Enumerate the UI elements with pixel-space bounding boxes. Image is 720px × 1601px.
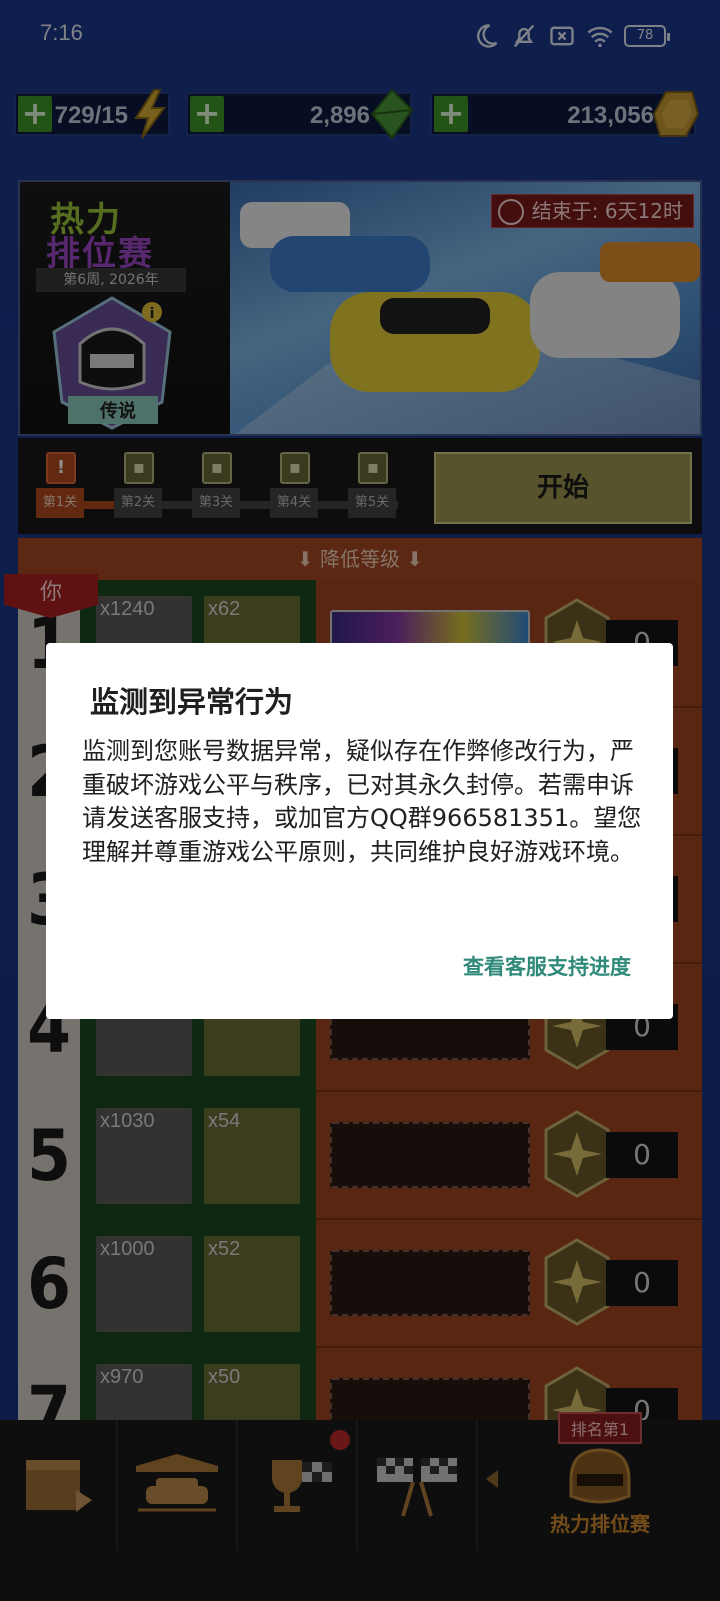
view-support-progress-button[interactable]: 查看客服支持进度 — [463, 951, 631, 981]
ban-notice-dialog: 监测到异常行为 监测到您账号数据异常，疑似存在作弊修改行为，严重破坏游戏公平与秩… — [46, 643, 673, 1019]
dialog-message: 监测到您账号数据异常，疑似存在作弊修改行为，严重破坏游戏公平与秩序，已对其永久封… — [82, 737, 642, 866]
dialog-title: 监测到异常行为 — [90, 685, 294, 719]
